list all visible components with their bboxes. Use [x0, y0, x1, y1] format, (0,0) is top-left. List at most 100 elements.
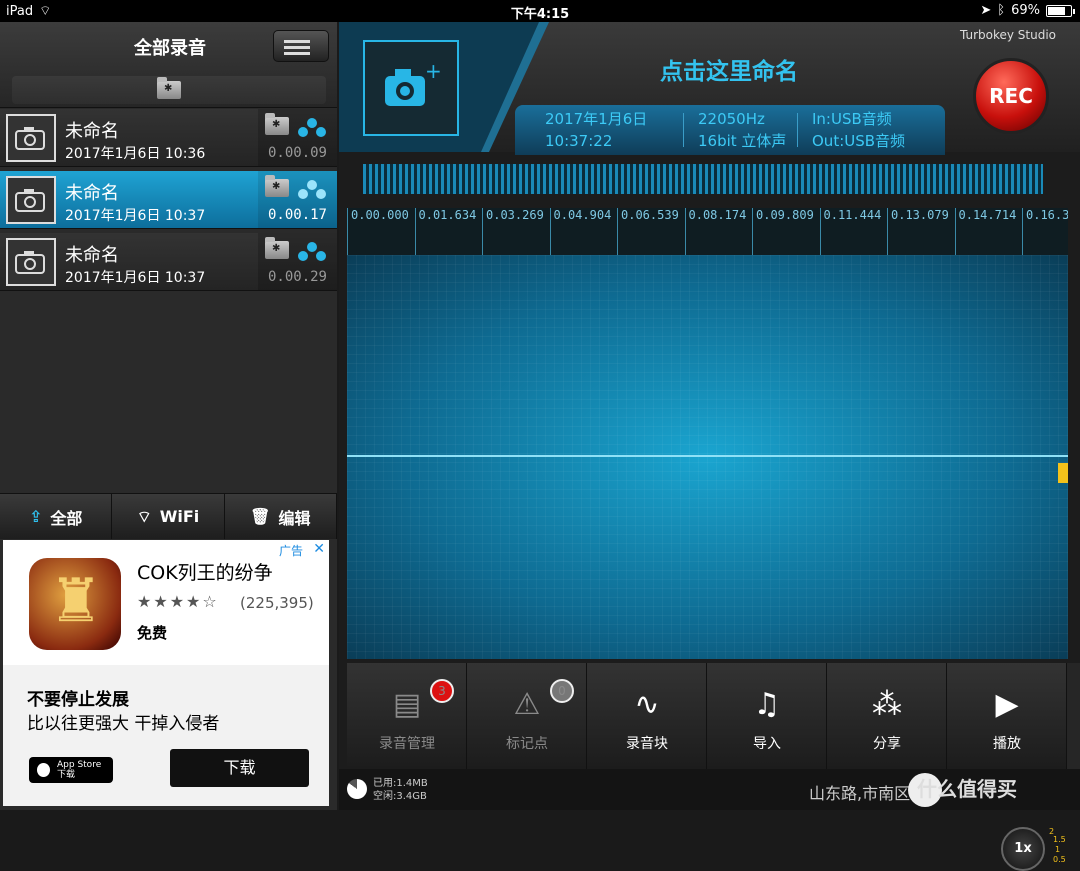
waveform-icon: ∿ [634, 687, 660, 722]
record-button[interactable]: REC [973, 58, 1049, 134]
camera-icon[interactable] [6, 238, 56, 286]
recording-date: 2017年1月6日 10:36 [65, 146, 206, 162]
edit-button[interactable]: 🗑 编辑 [225, 494, 337, 539]
app-store-badge[interactable]: App Store 下载 [29, 757, 113, 783]
import-button[interactable]: ♫ 导入 [707, 663, 827, 769]
watermark-text: 什么值得买 [917, 777, 1017, 801]
speed-option: 1.5 [1053, 835, 1066, 844]
recordings-panel: 全部录音 未命名 2017年1月6日 10:36 0.00.09 未命名 201… [0, 22, 337, 810]
recording-item-selected[interactable]: 未命名 2017年1月6日 10:37 0.00.17 [0, 171, 337, 229]
location-icon: ➤ [980, 3, 992, 18]
wifi-button[interactable]: ⌔ WiFi [112, 494, 225, 539]
ad-app-name[interactable]: COK列王的纷争 [137, 558, 273, 585]
playback-speed-button[interactable]: 1x [1001, 827, 1045, 871]
rating-count: (225,395) [240, 594, 314, 612]
marker-button[interactable]: ⚠ 0 标记点 [467, 663, 587, 769]
status-bar: iPad ⌔ 下午4:15 ➤ ᛒ 69% [0, 0, 1080, 22]
edit-label: 编辑 [278, 508, 311, 528]
library-header: 全部录音 [0, 22, 337, 108]
all-label: 全部 [50, 508, 83, 528]
music-note-icon: ♫ [753, 687, 781, 722]
timeline-tick: 0.13.079 [887, 208, 949, 255]
timeline-tick: 0.09.809 [752, 208, 814, 255]
clips-button[interactable]: ∿ 录音块 [587, 663, 707, 769]
recording-item[interactable]: 未命名 2017年1月6日 10:36 0.00.09 [0, 109, 337, 167]
timeline-ruler[interactable]: 0.00.000 0.01.634 0.03.269 0.04.904 0.06.539… [347, 208, 1068, 255]
recording-manager-button[interactable]: ▤ 3 录音管理 [347, 663, 467, 769]
recording-item[interactable]: 未命名 2017年1月6日 10:37 0.00.29 [0, 233, 337, 291]
waveform-display[interactable]: 1x 2 1.5 1 0.5 [347, 255, 1068, 871]
all-button[interactable]: ⇪ 全部 [0, 494, 113, 539]
info-time: 10:37:22 [545, 132, 613, 150]
timeline-tick: 0.16.3 [1022, 208, 1068, 255]
camera-icon[interactable] [6, 114, 56, 162]
battery-percent: 69% [1011, 3, 1040, 18]
folder-icon[interactable] [265, 113, 289, 135]
timeline-tick: 0.04.904 [549, 208, 611, 255]
tool-label: 播放 [993, 736, 1021, 752]
recording-count-badge: 3 [430, 679, 454, 703]
svg-text:+: + [425, 60, 441, 83]
recording-duration: 0.00.09 [267, 145, 327, 161]
location-label: 山东路,市南区 [809, 784, 911, 803]
share-button[interactable]: ⁂ 分享 [827, 663, 947, 769]
share-icon[interactable] [297, 117, 327, 139]
timeline-tick: 0.01.634 [414, 208, 476, 255]
timeline-tick: 0.00.000 [347, 208, 409, 255]
recording-name: 未命名 [65, 121, 119, 142]
close-icon[interactable]: ✕ [313, 541, 325, 557]
storage-used: 已用:1.4MB [373, 778, 428, 789]
app-icon[interactable] [29, 558, 121, 650]
recording-name: 未命名 [65, 183, 119, 204]
info-format: 16bit 立体声 [698, 132, 787, 150]
trash-icon: 🗑 [250, 507, 271, 526]
marker-count-badge: 0 [550, 679, 574, 703]
timeline-tick: 0.14.714 [954, 208, 1016, 255]
download-button[interactable]: 下载 [170, 749, 309, 787]
tool-bar: ▤ 3 录音管理 ⚠ 0 标记点 ∿ 录音块 ♫ 导入 ⁂ 分享 ▶ 播放 [347, 663, 1080, 769]
tool-label: 标记点 [506, 736, 548, 752]
recording-title[interactable]: 点击这里命名 [579, 52, 879, 86]
add-cover-button[interactable]: + [363, 40, 459, 136]
timeline-tick: 0.03.269 [482, 208, 544, 255]
wifi-label: WiFi [159, 507, 200, 526]
folder-icon[interactable] [265, 175, 289, 197]
list-menu-button[interactable] [273, 30, 329, 62]
timeline-tick: 0.11.444 [819, 208, 881, 255]
info-sample-rate: 22050Hz [698, 110, 765, 128]
recording-duration: 0.00.29 [267, 269, 327, 285]
storage-free: 空闲:3.4GB [373, 791, 427, 802]
tool-label: 分享 [873, 736, 901, 752]
timeline-tick: 0.08.174 [684, 208, 746, 255]
ad-banner[interactable]: COK列王的纷争 ★★★★☆ (225,395) 免费 广告 ✕ 不要停止发展 … [3, 540, 329, 806]
recording-date: 2017年1月6日 10:37 [65, 270, 206, 286]
timeline-tick: 0.06.539 [617, 208, 679, 255]
ad-label: 广告 [278, 544, 303, 558]
library-toolbar: ⇪ 全部 ⌔ WiFi 🗑 编辑 [0, 493, 337, 539]
playhead-handle[interactable] [1058, 463, 1068, 483]
bluetooth-icon: ᛒ [997, 3, 1006, 18]
play-button[interactable]: ▶ 播放 [947, 663, 1067, 769]
recorder-header: + 点击这里命名 Turbokey Studio 2017年1月6日 10:37… [339, 22, 1080, 155]
store-badge-sub: 下载 [57, 770, 76, 780]
recorder-panel: + 点击这里命名 Turbokey Studio 2017年1月6日 10:37… [339, 22, 1080, 871]
speed-option: 1 [1055, 845, 1061, 854]
recording-name: 未命名 [65, 245, 119, 266]
info-input: In:USB音频 [812, 110, 892, 128]
tool-label: 录音管理 [379, 736, 435, 752]
folder-icon[interactable] [265, 237, 289, 259]
battery-icon [1046, 4, 1075, 17]
ad-price: 免费 [137, 624, 168, 642]
recording-date: 2017年1月6日 10:37 [65, 208, 206, 224]
rating-stars: ★★★★☆ [137, 592, 219, 611]
level-meter [363, 164, 1043, 194]
camera-icon[interactable] [6, 176, 56, 224]
folder-bar[interactable] [12, 76, 326, 104]
share-icon[interactable] [297, 241, 327, 263]
footer-bar: 已用:1.4MB 空闲:3.4GB 山东路,市南区 什么值得买 [339, 769, 1080, 810]
ad-headline: 不要停止发展 [27, 690, 129, 710]
share-icon[interactable] [297, 179, 327, 201]
wifi-icon: ⌔ [136, 506, 152, 526]
info-output: Out:USB音频 [812, 132, 906, 150]
share-icon: ⁂ [872, 687, 902, 722]
